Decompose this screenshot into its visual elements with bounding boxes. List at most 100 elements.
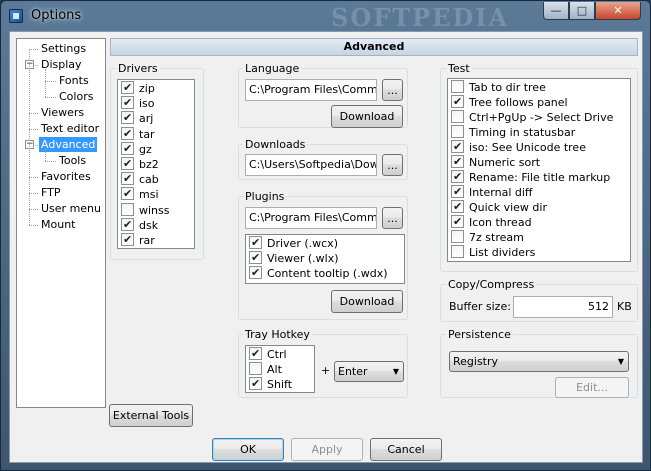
tree-item-ftp[interactable]: FTP xyxy=(39,185,63,200)
test-option-rename-file-title-markup[interactable]: Rename: File title markup xyxy=(451,169,610,185)
checkbox[interactable] xyxy=(451,80,464,93)
test-option-timing-in-statusbar[interactable]: Timing in statusbar xyxy=(451,125,575,140)
tree-item-mount[interactable]: Mount xyxy=(39,217,77,232)
language-path-field[interactable]: C:\Program Files\Commander xyxy=(245,79,377,101)
test-option-iso-see-unicode-tree[interactable]: iso: See Unicode tree xyxy=(451,139,586,155)
checkbox[interactable] xyxy=(121,186,134,201)
ok-button[interactable]: OK xyxy=(212,438,284,461)
checkbox[interactable] xyxy=(121,80,134,95)
driver-zip[interactable]: zip xyxy=(121,80,155,96)
checkbox[interactable] xyxy=(451,184,464,199)
driver-msi[interactable]: msi xyxy=(121,186,159,202)
checkbox[interactable] xyxy=(451,169,464,184)
test-option-icon-thread[interactable]: Icon thread xyxy=(451,214,532,230)
hotkey-key-value: Enter xyxy=(338,365,368,378)
checkbox[interactable] xyxy=(121,171,134,186)
maximize-button[interactable]: □ xyxy=(569,2,595,20)
checkbox[interactable] xyxy=(451,214,464,229)
checkbox[interactable] xyxy=(451,199,464,214)
drivers-list[interactable]: zip isoarjtargz bz2 cabmsiwinssdsk rar xyxy=(117,79,195,249)
tree-item-viewers[interactable]: Viewers xyxy=(39,105,86,120)
test-option-tab-to-dir-tree[interactable]: Tab to dir tree xyxy=(451,80,546,95)
checkbox[interactable] xyxy=(249,265,262,280)
checkbox[interactable] xyxy=(451,94,464,109)
hotkey-key-dropdown[interactable]: Enter ▼ xyxy=(334,361,404,382)
checkbox[interactable] xyxy=(121,202,134,216)
test-option-ctrl-pgup-select-drive[interactable]: Ctrl+PgUp -> Select Drive xyxy=(451,110,613,125)
test-list[interactable]: Tab to dir tree Tree follows panel Ctrl+Pg… xyxy=(447,78,631,262)
plugins-download-button[interactable]: Download xyxy=(331,290,403,313)
checkbox[interactable] xyxy=(249,250,262,265)
cancel-button[interactable]: Cancel xyxy=(370,438,442,461)
driver-iso[interactable]: iso xyxy=(121,95,155,111)
checkbox[interactable] xyxy=(121,126,134,141)
close-button[interactable]: ✕ xyxy=(595,2,641,20)
checkbox-label: iso: See Unicode tree xyxy=(469,141,586,154)
tree-item-tools[interactable]: Tools xyxy=(57,153,88,168)
checkbox[interactable] xyxy=(121,95,134,110)
hotkey-modifier-shift[interactable]: Shift xyxy=(249,376,292,392)
persistence-dropdown[interactable]: Registry ▼ xyxy=(449,351,629,372)
options-tree[interactable]: Settings Display − Fonts Colors Viewers Text e… xyxy=(16,38,106,408)
checkbox-label: Numeric sort xyxy=(469,156,541,169)
test-option-tree-follows-panel[interactable]: Tree follows panel xyxy=(451,94,568,110)
minimize-button[interactable]: — xyxy=(543,2,569,20)
test-option-numeric-sort[interactable]: Numeric sort xyxy=(451,154,541,170)
hotkey-modifier-ctrl[interactable]: Ctrl xyxy=(249,346,287,362)
downloads-path-field[interactable]: C:\Users\Softpedia\Downloads xyxy=(245,154,377,176)
buffer-size-field[interactable]: 512 xyxy=(513,296,613,318)
apply-button[interactable]: Apply xyxy=(291,438,363,461)
tree-item-settings[interactable]: Settings xyxy=(39,41,88,56)
checkbox[interactable] xyxy=(451,230,464,243)
driver-cab[interactable]: cab xyxy=(121,171,159,187)
plugin-driver-wcx[interactable]: Driver (.wcx) xyxy=(249,235,338,251)
tree-item-user-menu[interactable]: User menu xyxy=(39,201,103,216)
test-option-list-dividers[interactable]: List dividers xyxy=(451,245,535,260)
persistence-edit-button[interactable]: Edit... xyxy=(555,377,629,398)
plugins-list[interactable]: Driver (.wcx) Viewer (.wlx) Content toolti… xyxy=(245,234,405,284)
checkbox[interactable] xyxy=(451,110,464,123)
checkbox[interactable] xyxy=(121,141,134,156)
checkbox[interactable] xyxy=(451,125,464,138)
checkbox-label: Tree follows panel xyxy=(469,96,568,109)
checkbox[interactable] xyxy=(121,217,134,232)
checkbox-label: msi xyxy=(139,188,159,202)
checkbox[interactable] xyxy=(121,110,134,125)
language-download-button[interactable]: Download xyxy=(331,105,403,128)
checkbox[interactable] xyxy=(451,245,464,258)
checkbox[interactable] xyxy=(249,376,262,391)
plugin-content-tooltip-wdx[interactable]: Content tooltip (.wdx) xyxy=(249,265,388,281)
driver-winss[interactable]: winss xyxy=(121,202,170,218)
checkbox[interactable] xyxy=(249,362,262,375)
checkbox[interactable] xyxy=(249,235,262,250)
hotkey-modifier-alt[interactable]: Alt xyxy=(249,362,282,377)
test-option-quick-view-dir[interactable]: Quick view dir xyxy=(451,199,547,215)
tree-connector xyxy=(29,193,38,194)
external-tools-button[interactable]: External Tools xyxy=(109,404,193,427)
plugin-viewer-wlx[interactable]: Viewer (.wlx) xyxy=(249,250,339,266)
checkbox[interactable] xyxy=(121,156,134,171)
driver-dsk[interactable]: dsk xyxy=(121,217,158,233)
driver-rar[interactable]: rar xyxy=(121,232,155,248)
tree-item-colors[interactable]: Colors xyxy=(57,89,95,104)
driver-gz[interactable]: gz xyxy=(121,141,152,157)
checkbox[interactable] xyxy=(249,346,262,361)
hotkey-modifiers-list[interactable]: Ctrl Alt Shift xyxy=(245,345,315,393)
checkbox[interactable] xyxy=(451,139,464,154)
plugins-path-field[interactable]: C:\Program Files\Commander xyxy=(245,207,377,229)
language-browse-button[interactable]: ... xyxy=(382,79,403,101)
plugins-browse-button[interactable]: ... xyxy=(382,207,403,229)
test-option-internal-diff[interactable]: Internal diff xyxy=(451,184,533,200)
driver-bz2[interactable]: bz2 xyxy=(121,156,159,172)
title-bar[interactable]: Options SOFTPEDIA — □ ✕ xyxy=(1,1,650,32)
test-option-7z-stream[interactable]: 7z stream xyxy=(451,230,524,245)
checkbox[interactable] xyxy=(121,232,134,247)
downloads-browse-button[interactable]: ... xyxy=(382,154,403,176)
checkbox[interactable] xyxy=(451,154,464,169)
tree-item-advanced[interactable]: Advanced xyxy=(39,137,98,152)
tree-item-favorites[interactable]: Favorites xyxy=(39,169,93,184)
driver-tar[interactable]: tar xyxy=(121,126,155,142)
driver-arj[interactable]: arj xyxy=(121,110,153,126)
tree-item-fonts[interactable]: Fonts xyxy=(57,73,91,88)
tree-item-text-editor[interactable]: Text editor xyxy=(39,121,101,136)
